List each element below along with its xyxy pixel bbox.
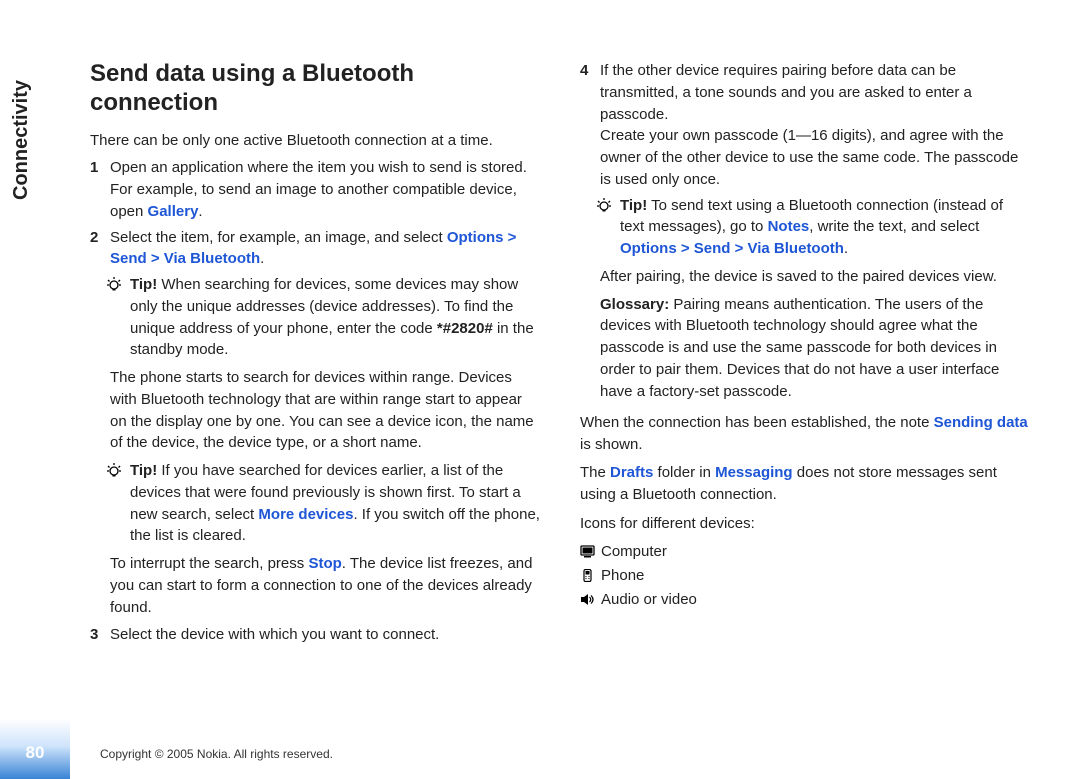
icon-audio-row: Audio or video <box>580 589 1030 611</box>
computer-icon <box>580 543 595 556</box>
options-send-path: Options > Send > Via Bluetooth <box>620 240 844 257</box>
tip-icon <box>106 462 122 478</box>
drafts-note: The Drafts folder in Messaging does not … <box>580 462 1030 506</box>
page-content: Send data using a Bluetooth connection T… <box>90 60 1030 740</box>
tip-3: Tip! To send text using a Bluetooth conn… <box>620 195 1030 260</box>
tip-2: Tip! If you have searched for devices ea… <box>130 460 540 547</box>
side-panel: Connectivity 80 <box>0 0 70 779</box>
chapter-label: Connectivity <box>10 80 33 200</box>
step-2: 2 Select the item, for example, an image… <box>90 227 540 271</box>
audio-video-icon <box>580 591 595 604</box>
sending-data-label: Sending data <box>934 414 1028 431</box>
page-number-box: 80 <box>0 719 70 779</box>
tip-label: Tip! <box>620 197 647 214</box>
tip-icon <box>106 276 122 292</box>
uad-code: *#2820# <box>437 320 493 337</box>
step-2-num: 2 <box>90 227 110 249</box>
step-4-num: 4 <box>580 60 600 82</box>
gallery-link: Gallery <box>148 203 199 220</box>
page-title: Send data using a Bluetooth connection <box>90 60 540 118</box>
stop-link: Stop <box>308 555 341 572</box>
glossary: Glossary: Pairing means authentication. … <box>600 294 1030 403</box>
step-3: 3 Select the device with which you want … <box>90 624 540 646</box>
footer-copyright: Copyright © 2005 Nokia. All rights reser… <box>100 747 333 761</box>
icon-audio-label: Audio or video <box>601 591 697 608</box>
step-4: 4 If the other device requires pairing b… <box>580 60 1030 191</box>
step-3-num: 3 <box>90 624 110 646</box>
tip-1: Tip! When searching for devices, some de… <box>130 274 540 361</box>
step-1: 1 Open an application where the item you… <box>90 157 540 222</box>
sending-data-note: When the connection has been established… <box>580 412 1030 456</box>
stop-paragraph: To interrupt the search, press Stop. The… <box>110 553 540 618</box>
step-1-body: Open an application where the item you w… <box>110 157 540 222</box>
tip-label: Tip! <box>130 276 157 293</box>
after-pairing: After pairing, the device is saved to th… <box>600 266 1030 288</box>
icon-phone-row: Phone <box>580 565 1030 587</box>
messaging-link: Messaging <box>715 464 793 481</box>
tip-label: Tip! <box>130 462 157 479</box>
phone-icon <box>580 567 595 580</box>
more-devices-link: More devices <box>258 506 353 523</box>
icon-computer-row: Computer <box>580 541 1030 563</box>
search-paragraph: The phone starts to search for devices w… <box>110 367 540 454</box>
step-2-body: Select the item, for example, an image, … <box>110 227 540 271</box>
step-4-body: If the other device requires pairing bef… <box>600 60 1030 191</box>
glossary-label: Glossary: <box>600 296 669 313</box>
icons-label: Icons for different devices: <box>580 513 1030 535</box>
step-3-body: Select the device with which you want to… <box>110 624 540 646</box>
page-number: 80 <box>26 743 45 779</box>
tip-icon <box>596 197 612 213</box>
icon-phone-label: Phone <box>601 567 644 584</box>
intro-text: There can be only one active Bluetooth c… <box>90 130 540 152</box>
icon-computer-label: Computer <box>601 543 667 560</box>
drafts-link: Drafts <box>610 464 653 481</box>
notes-link: Notes <box>768 218 810 235</box>
step-1-num: 1 <box>90 157 110 179</box>
